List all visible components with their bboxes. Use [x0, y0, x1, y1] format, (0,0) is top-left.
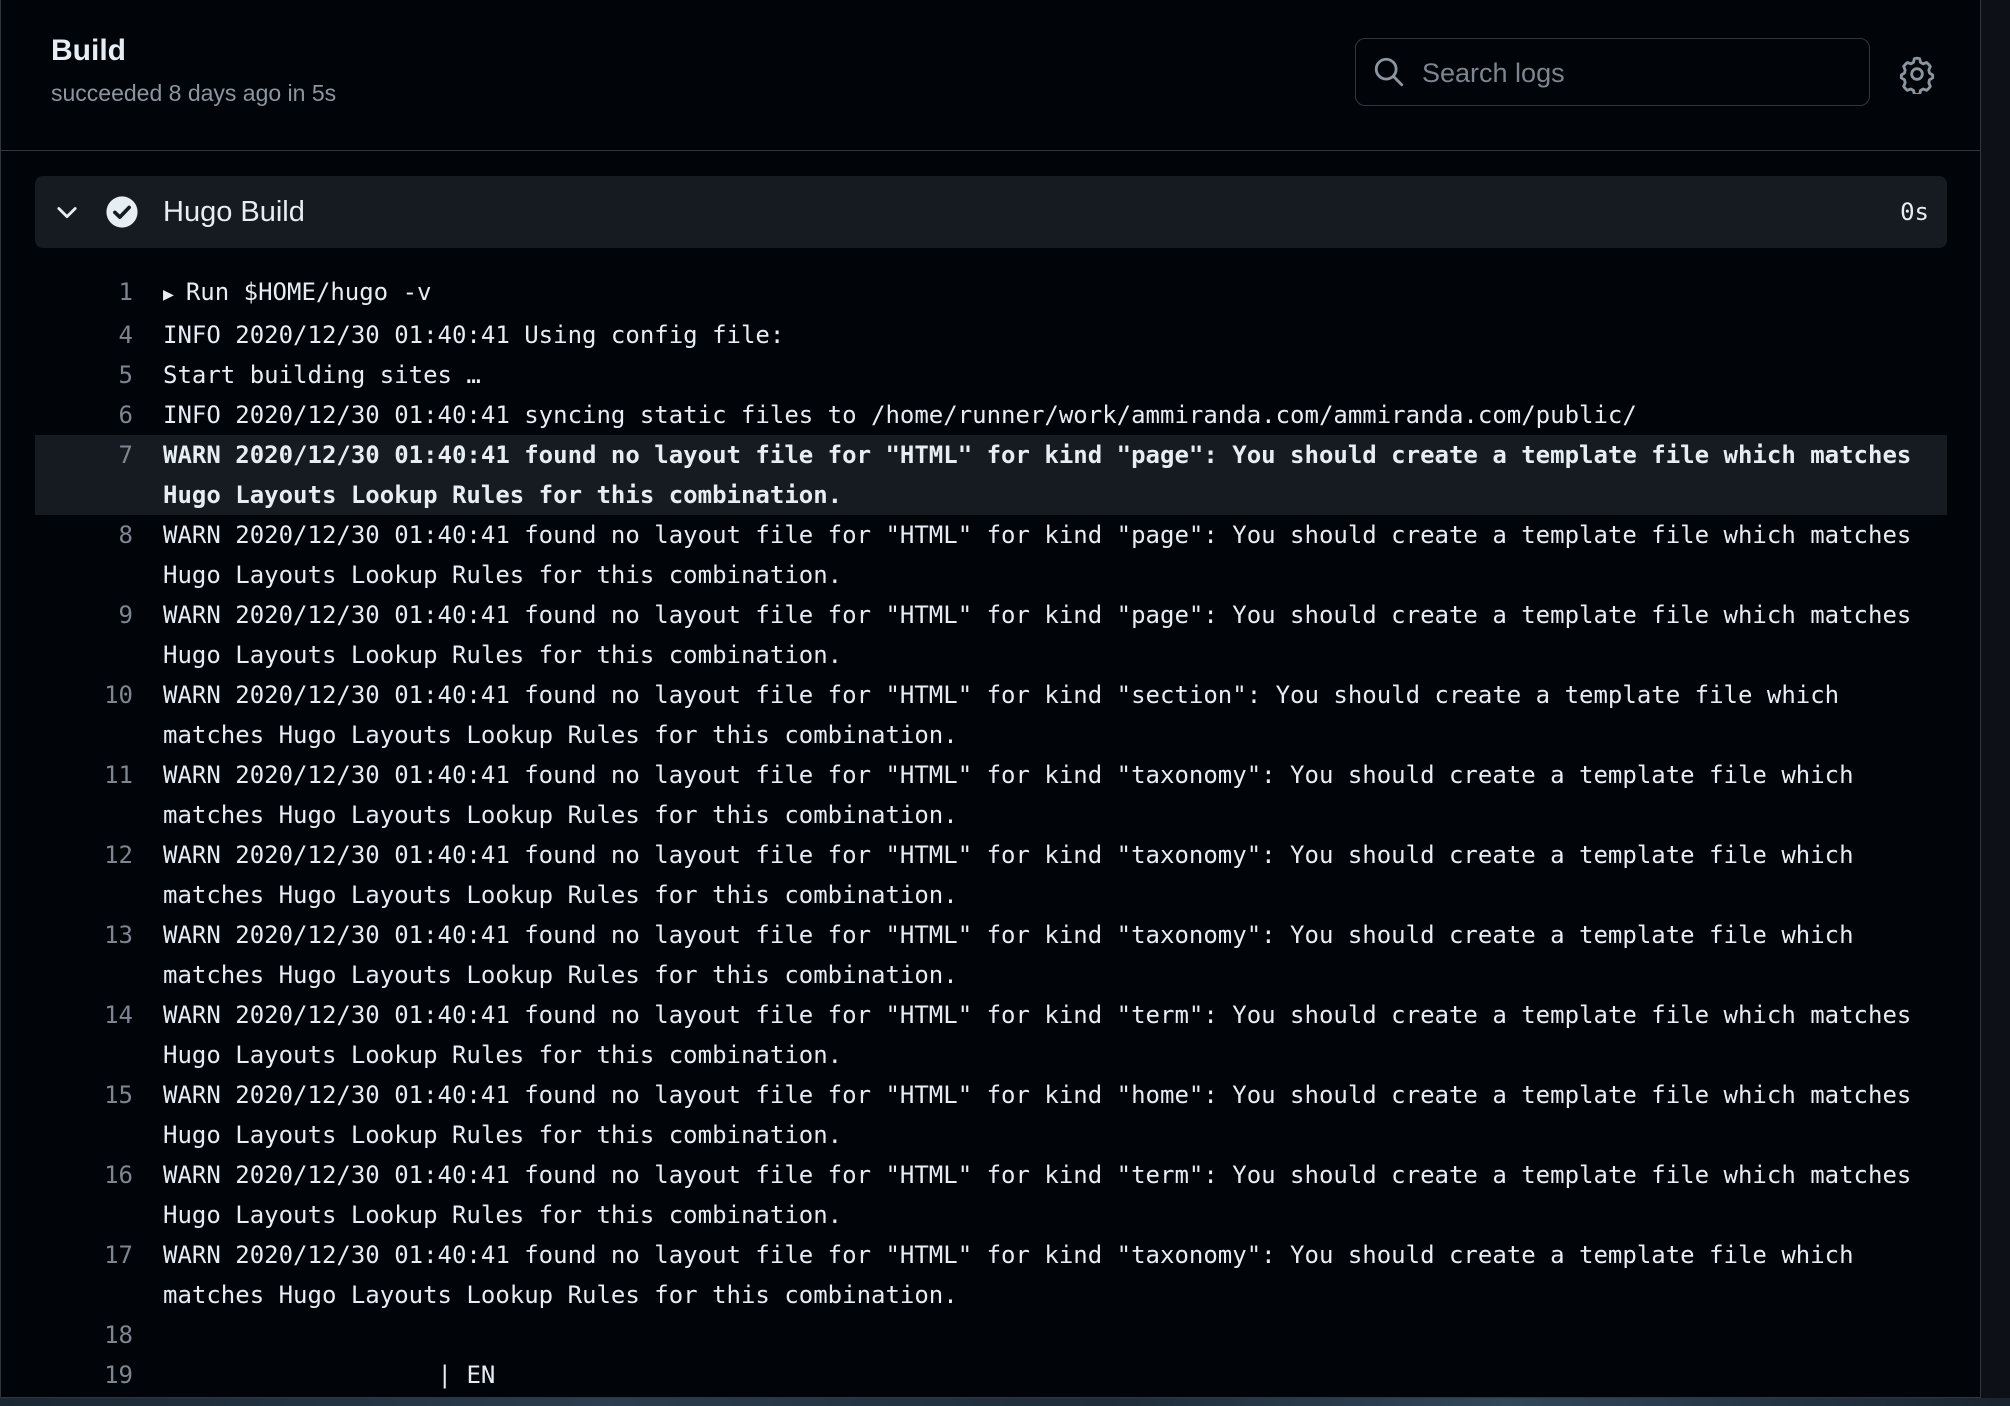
- job-log-panel: Build succeeded 8 days ago in 5s Hugo Bu…: [0, 0, 1981, 1398]
- step-header-hugo-build[interactable]: Hugo Build 0s: [35, 176, 1947, 248]
- log-text: WARN 2020/12/30 01:40:41 found no layout…: [163, 1081, 1926, 1149]
- log-line[interactable]: 8 WARN 2020/12/30 01:40:41 found no layou…: [35, 515, 1947, 595]
- log-output: 1 ▶ Run $HOME/hugo -v 4 INFO 2020/12/30 01:4…: [35, 272, 1947, 1395]
- step-name: Hugo Build: [163, 196, 305, 228]
- line-number[interactable]: 19: [35, 1355, 133, 1395]
- line-number[interactable]: 17: [35, 1235, 133, 1315]
- log-line[interactable]: 17 WARN 2020/12/30 01:40:41 found no layo…: [35, 1235, 1947, 1315]
- line-number[interactable]: 8: [35, 515, 133, 595]
- job-header: Build succeeded 8 days ago in 5s: [1, 0, 1980, 151]
- line-number[interactable]: 5: [35, 355, 133, 395]
- log-line[interactable]: 18: [35, 1315, 1947, 1355]
- log-line[interactable]: 10 WARN 2020/12/30 01:40:41 found no layo…: [35, 675, 1947, 755]
- log-line[interactable]: 13 WARN 2020/12/30 01:40:41 found no layo…: [35, 915, 1947, 995]
- line-number[interactable]: 6: [35, 395, 133, 435]
- line-number[interactable]: 15: [35, 1075, 133, 1155]
- job-status-summary: succeeded 8 days ago in 5s: [51, 80, 337, 106]
- window-edge: [1981, 0, 2010, 1398]
- log-line[interactable]: 16 WARN 2020/12/30 01:40:41 found no layo…: [35, 1155, 1947, 1235]
- step-duration: 0s: [1900, 198, 1929, 226]
- log-text: Start building sites …: [163, 361, 496, 389]
- job-title: Build: [51, 34, 126, 67]
- desktop-background-strip: [0, 1398, 2010, 1406]
- search-icon: [1374, 57, 1404, 87]
- log-line[interactable]: 19 | EN: [35, 1355, 1947, 1395]
- log-line[interactable]: 14 WARN 2020/12/30 01:40:41 found no layo…: [35, 995, 1947, 1075]
- log-text: WARN 2020/12/30 01:40:41 found no layout…: [163, 601, 1926, 669]
- search-logs-input[interactable]: [1420, 49, 1854, 97]
- log-line[interactable]: 5 Start building sites …: [35, 355, 1947, 395]
- log-text: WARN 2020/12/30 01:40:41 found no layout…: [163, 521, 1926, 589]
- log-text: WARN 2020/12/30 01:40:41 found no layout…: [163, 921, 1869, 989]
- line-number[interactable]: 16: [35, 1155, 133, 1235]
- log-line[interactable]: 4 INFO 2020/12/30 01:40:41 Using config f…: [35, 315, 1947, 355]
- line-number[interactable]: 4: [35, 315, 133, 355]
- line-number[interactable]: 9: [35, 595, 133, 675]
- expand-triangle-icon[interactable]: ▶: [163, 275, 174, 315]
- log-text: WARN 2020/12/30 01:40:41 found no layout…: [163, 841, 1869, 909]
- log-text: WARN 2020/12/30 01:40:41 found no layout…: [163, 681, 1854, 749]
- log-text: WARN 2020/12/30 01:40:41 found no layout…: [163, 761, 1869, 829]
- log-line[interactable]: 9 WARN 2020/12/30 01:40:41 found no layou…: [35, 595, 1947, 675]
- line-number[interactable]: 7: [35, 435, 133, 515]
- line-number[interactable]: 18: [35, 1315, 133, 1355]
- log-line[interactable]: 1 ▶ Run $HOME/hugo -v: [35, 272, 1947, 315]
- log-line[interactable]: 11 WARN 2020/12/30 01:40:41 found no layo…: [35, 755, 1947, 835]
- log-group-title[interactable]: Run $HOME/hugo -v: [186, 278, 432, 306]
- log-text: WARN 2020/12/30 01:40:41 found no layout…: [163, 441, 1926, 509]
- log-line[interactable]: 12 WARN 2020/12/30 01:40:41 found no layo…: [35, 835, 1947, 915]
- log-line[interactable]: 7 WARN 2020/12/30 01:40:41 found no layou…: [35, 435, 1947, 515]
- log-text: INFO 2020/12/30 01:40:41 Using config fi…: [163, 321, 785, 349]
- line-number[interactable]: 10: [35, 675, 133, 755]
- chevron-down-icon[interactable]: [53, 198, 81, 226]
- line-number[interactable]: 11: [35, 755, 133, 835]
- search-logs-box[interactable]: [1355, 38, 1870, 106]
- gear-icon[interactable]: [1897, 54, 1937, 94]
- line-number[interactable]: 12: [35, 835, 133, 915]
- log-text: ▶ Run $HOME/hugo -v: [163, 272, 1923, 315]
- line-number[interactable]: 14: [35, 995, 133, 1075]
- line-number[interactable]: 1: [35, 272, 133, 315]
- line-number[interactable]: 13: [35, 915, 133, 995]
- check-circle-icon: [106, 196, 138, 228]
- log-line[interactable]: 15 WARN 2020/12/30 01:40:41 found no layo…: [35, 1075, 1947, 1155]
- log-text: | EN: [163, 1361, 496, 1389]
- log-text: WARN 2020/12/30 01:40:41 found no layout…: [163, 1161, 1926, 1229]
- log-text: INFO 2020/12/30 01:40:41 syncing static …: [163, 401, 1637, 429]
- log-text: WARN 2020/12/30 01:40:41 found no layout…: [163, 1001, 1926, 1069]
- log-text: WARN 2020/12/30 01:40:41 found no layout…: [163, 1241, 1869, 1309]
- log-line[interactable]: 6 INFO 2020/12/30 01:40:41 syncing static…: [35, 395, 1947, 435]
